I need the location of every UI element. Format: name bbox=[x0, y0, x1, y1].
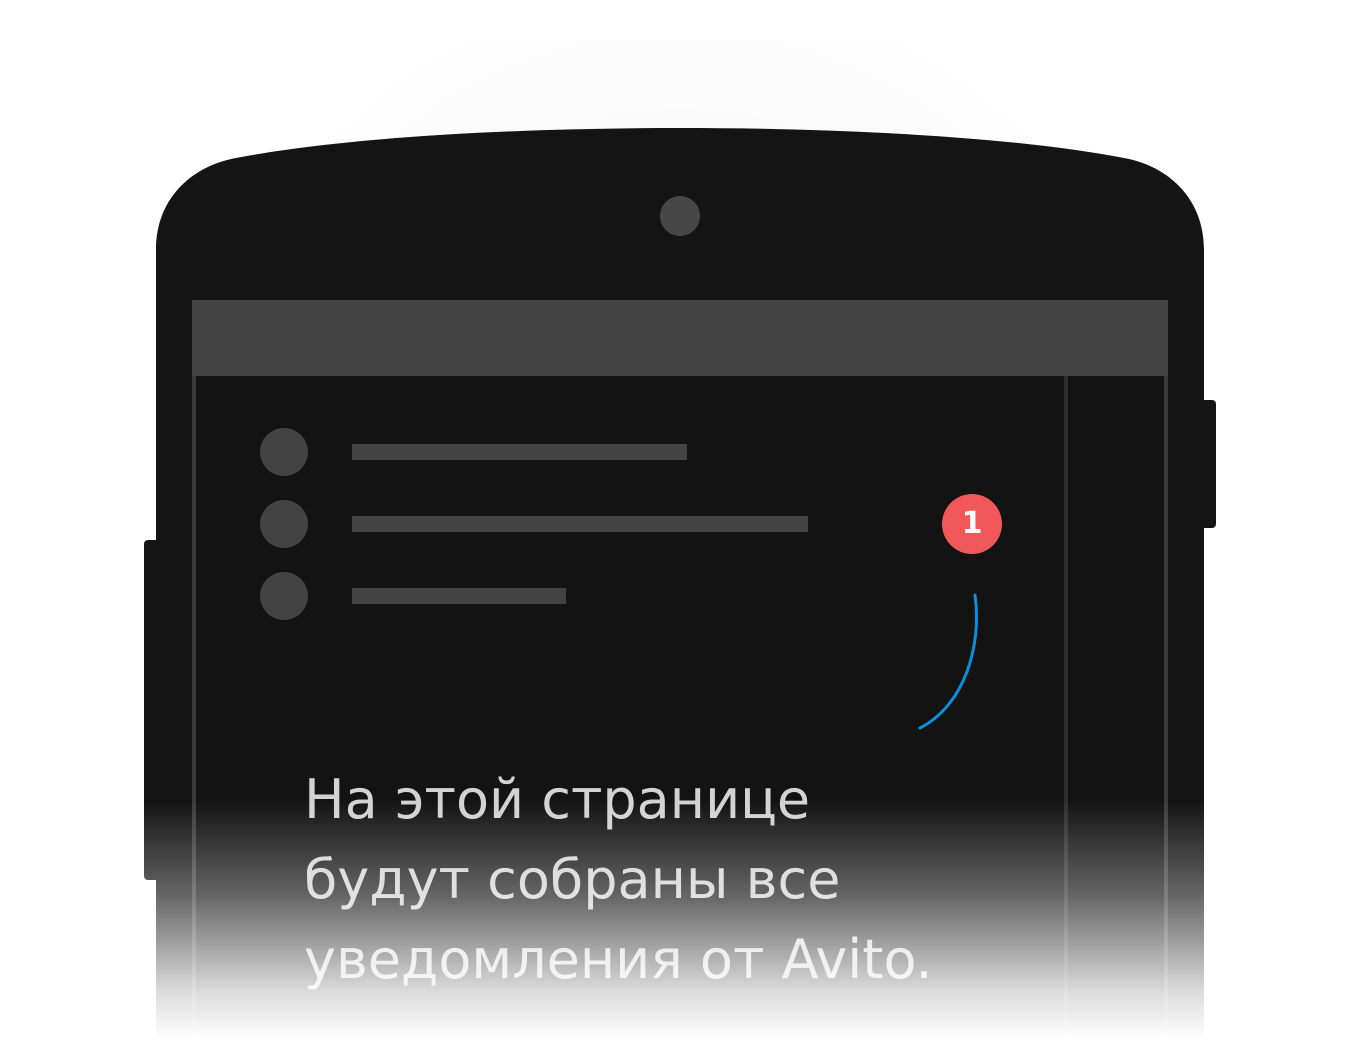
message-line: будут собраны все bbox=[304, 848, 841, 911]
drawer-divider bbox=[1064, 376, 1068, 1040]
notifications-empty-illustration: 1 На этой странице будут собраны все уве… bbox=[0, 0, 1360, 1040]
message-line: На этой странице bbox=[304, 768, 811, 831]
placeholder-avatar bbox=[260, 500, 308, 548]
empty-state-message: На этой странице будут собраны все уведо… bbox=[304, 760, 1004, 1000]
screen-edge-left bbox=[192, 376, 196, 1040]
app-bar bbox=[192, 300, 1168, 376]
placeholder-avatar bbox=[260, 428, 308, 476]
placeholder-avatar bbox=[260, 572, 308, 620]
placeholder-line bbox=[352, 588, 566, 604]
screen-edge-right bbox=[1164, 376, 1168, 1040]
curved-arrow-icon bbox=[918, 593, 979, 730]
camera-icon bbox=[660, 196, 700, 236]
placeholder-line bbox=[352, 444, 687, 460]
notification-count-badge: 1 bbox=[942, 494, 1002, 554]
placeholder-line bbox=[352, 516, 808, 532]
message-line: уведомления от Avito. bbox=[304, 928, 933, 991]
